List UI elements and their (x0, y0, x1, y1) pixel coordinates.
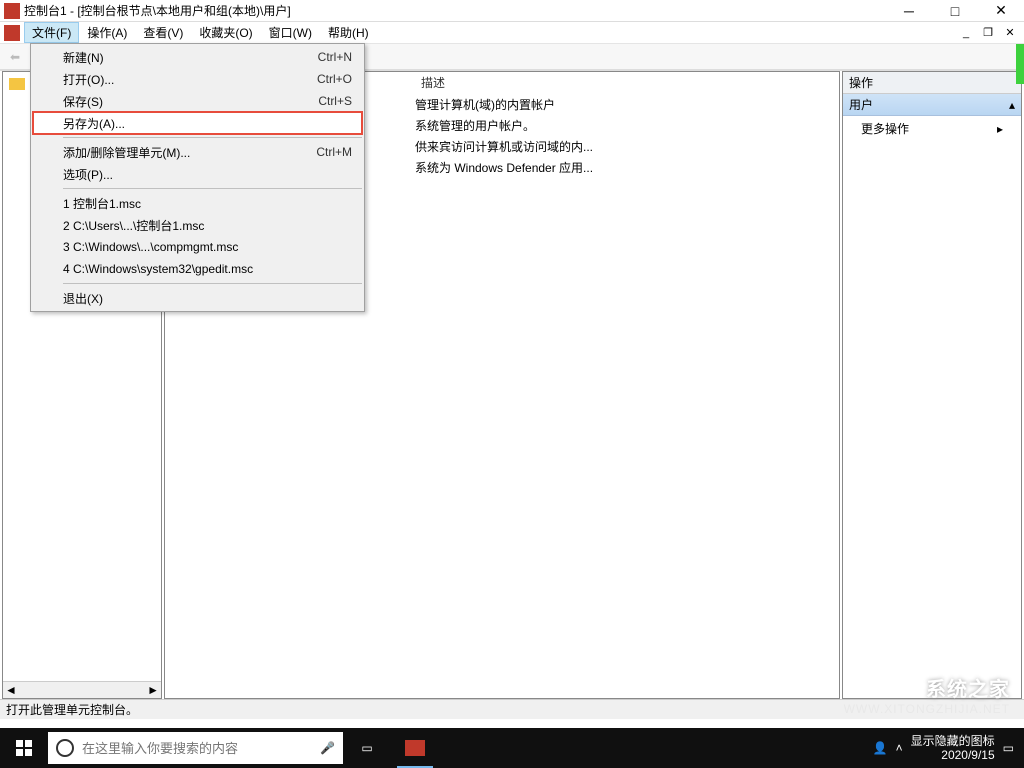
task-view-button[interactable]: ▭ (343, 728, 391, 768)
titlebar: 控制台1 - [控制台根节点\本地用户和组(本地)\用户] ─ □ ✕ (0, 0, 1024, 22)
horizontal-scrollbar[interactable]: ◄ ► (3, 681, 161, 698)
menuitem-recent-1[interactable]: 1 控制台1.msc (33, 192, 362, 214)
menuitem-recent-4[interactable]: 4 C:\Windows\system32\gpedit.msc (33, 258, 362, 280)
list-item[interactable]: 系统为 Windows Defender 应用... (415, 159, 593, 176)
menu-action[interactable]: 操作(A) (79, 22, 135, 43)
menuitem-label: 3 C:\Windows\...\compmgmt.msc (63, 240, 352, 254)
window-controls: ─ □ ✕ (886, 0, 1024, 22)
back-button[interactable]: ⬅ (6, 48, 24, 66)
menuitem-open[interactable]: 打开(O)... Ctrl+O (33, 68, 362, 90)
menuitem-new[interactable]: 新建(N) Ctrl+N (33, 46, 362, 68)
menuitem-options[interactable]: 选项(P)... (33, 163, 362, 185)
list-rows: 管理计算机(域)的内置帐户 系统管理的用户帐户。 供来宾访问计算机或访问域的内.… (415, 96, 593, 176)
notifications-icon[interactable]: ▭ (1003, 741, 1014, 755)
tray-up-icon[interactable]: ˄ (896, 741, 903, 755)
system-tray: 👤 ˄ 显示隐藏的图标 2020/9/15 ▭ (873, 734, 1024, 763)
maximize-button[interactable]: □ (932, 0, 978, 22)
mdi-close-button[interactable]: ✕ (1002, 25, 1018, 41)
menu-separator (63, 137, 362, 138)
list-item[interactable]: 供来宾访问计算机或访问域的内... (415, 138, 593, 155)
status-text: 打开此管理单元控制台。 (6, 701, 138, 718)
taskbar: 🎤 ▭ 👤 ˄ 显示隐藏的图标 2020/9/15 ▭ (0, 728, 1024, 768)
scroll-indicator (1016, 44, 1024, 84)
close-button[interactable]: ✕ (978, 0, 1024, 22)
menuitem-label: 2 C:\Users\...\控制台1.msc (63, 217, 352, 234)
actions-panel-title: 操作 (843, 72, 1021, 94)
actions-section-label: 用户 (849, 96, 873, 113)
actions-more[interactable]: 更多操作 ▸ (843, 116, 1021, 141)
menuitem-label: 打开(O)... (63, 71, 317, 88)
menuitem-label: 新建(N) (63, 49, 318, 66)
menuitem-shortcut: Ctrl+M (316, 145, 352, 159)
menuitem-label: 选项(P)... (63, 166, 352, 183)
menuitem-shortcut: Ctrl+N (318, 50, 352, 64)
scroll-left-icon[interactable]: ◄ (5, 683, 17, 697)
menuitem-recent-2[interactable]: 2 C:\Users\...\控制台1.msc (33, 214, 362, 236)
folder-icon (9, 78, 25, 90)
mmc-app-icon (4, 3, 20, 19)
file-menu-dropdown: 新建(N) Ctrl+N 打开(O)... Ctrl+O 保存(S) Ctrl+… (30, 43, 365, 312)
menu-help[interactable]: 帮助(H) (320, 22, 377, 43)
mdi-restore-button[interactable]: ❐ (980, 25, 996, 41)
actions-pane: 操作 用户 ▴ 更多操作 ▸ (842, 71, 1022, 699)
statusbar: 打开此管理单元控制台。 (0, 699, 1024, 719)
tray-hidden-text: 显示隐藏的图标 (911, 734, 995, 748)
menuitem-label: 1 控制台1.msc (63, 195, 352, 212)
menu-file[interactable]: 文件(F) (24, 22, 79, 43)
menuitem-label: 退出(X) (63, 290, 352, 307)
menuitem-recent-3[interactable]: 3 C:\Windows\...\compmgmt.msc (33, 236, 362, 258)
tray-date: 2020/9/15 (911, 748, 995, 762)
mdi-minimize-button[interactable]: _ (958, 25, 974, 41)
minimize-button[interactable]: ─ (886, 0, 932, 22)
list-item[interactable]: 管理计算机(域)的内置帐户 (415, 96, 593, 113)
menuitem-exit[interactable]: 退出(X) (33, 287, 362, 309)
taskbar-search[interactable]: 🎤 (48, 732, 343, 764)
menu-view[interactable]: 查看(V) (135, 22, 191, 43)
list-item[interactable]: 系统管理的用户帐户。 (415, 117, 593, 134)
scroll-right-icon[interactable]: ► (147, 683, 159, 697)
menuitem-add-remove-snapin[interactable]: 添加/删除管理单元(M)... Ctrl+M (33, 141, 362, 163)
chevron-right-icon: ▸ (997, 122, 1003, 136)
cortana-icon (56, 739, 74, 757)
menuitem-shortcut: Ctrl+S (318, 94, 352, 108)
menuitem-saveas[interactable]: 另存为(A)... (33, 112, 362, 134)
column-header-description[interactable]: 描述 (415, 72, 451, 94)
mmc-menu-icon (4, 25, 20, 41)
search-input[interactable] (82, 741, 312, 756)
menuitem-shortcut: Ctrl+O (317, 72, 352, 86)
actions-more-label: 更多操作 (861, 120, 909, 137)
actions-section-users[interactable]: 用户 ▴ (843, 94, 1021, 116)
menubar: 文件(F) 操作(A) 查看(V) 收藏夹(O) 窗口(W) 帮助(H) _ ❐… (0, 22, 1024, 44)
mic-icon[interactable]: 🎤 (320, 741, 335, 755)
menu-separator (63, 283, 362, 284)
taskbar-app-mmc[interactable] (391, 728, 439, 768)
menuitem-label: 4 C:\Windows\system32\gpedit.msc (63, 262, 352, 276)
menuitem-label: 另存为(A)... (63, 115, 352, 132)
expand-arrow-icon: ▴ (1009, 98, 1015, 112)
people-icon[interactable]: 👤 (873, 741, 888, 755)
menuitem-label: 添加/删除管理单元(M)... (63, 144, 316, 161)
window-title: 控制台1 - [控制台根节点\本地用户和组(本地)\用户] (24, 2, 886, 19)
menu-window[interactable]: 窗口(W) (261, 22, 320, 43)
menuitem-label: 保存(S) (63, 93, 318, 110)
menuitem-save[interactable]: 保存(S) Ctrl+S (33, 90, 362, 112)
start-button[interactable] (0, 728, 48, 768)
menu-separator (63, 188, 362, 189)
menu-favorites[interactable]: 收藏夹(O) (191, 22, 260, 43)
